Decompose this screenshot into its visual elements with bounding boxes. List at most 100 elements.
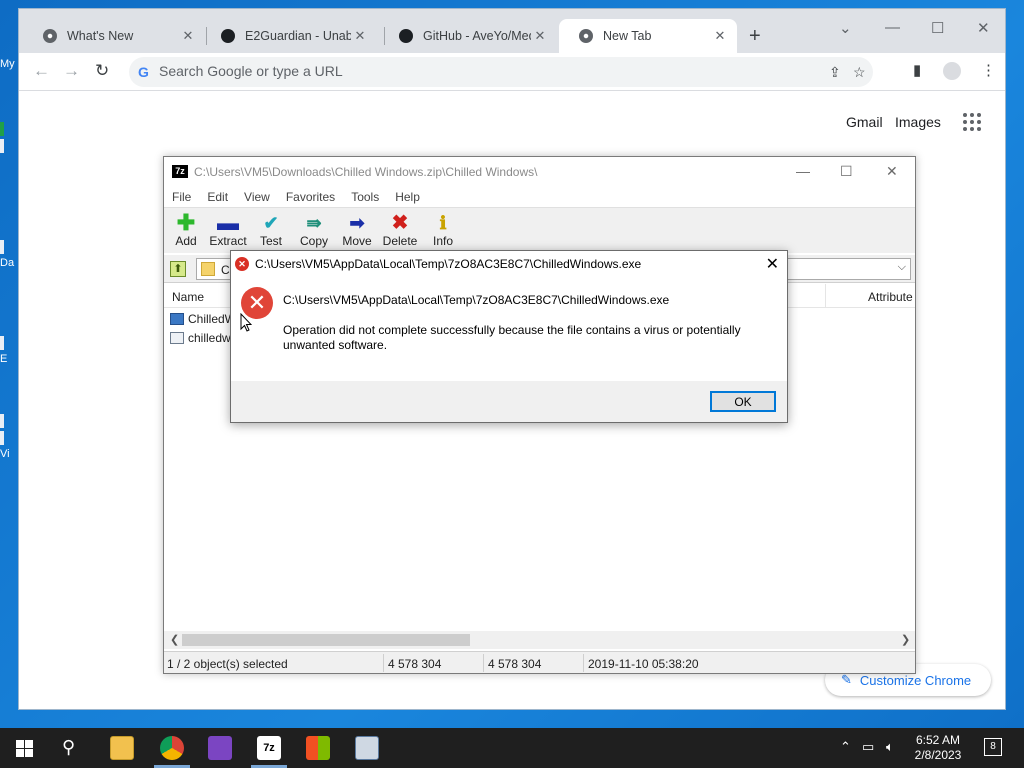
clock[interactable]: 6:52 AM 2/8/2023	[910, 733, 966, 763]
visual-studio-icon[interactable]	[208, 736, 232, 760]
omnibox-input[interactable]	[159, 63, 759, 79]
delete-label: Delete	[382, 234, 418, 248]
scroll-left-icon[interactable]: ❮	[170, 633, 179, 646]
reload-icon[interactable]: ↻	[95, 61, 109, 81]
plus-icon: ✚	[176, 210, 196, 235]
dialog-titlebar[interactable]: ✕ C:\Users\VM5\AppData\Local\Temp\7zO8AC…	[231, 251, 787, 277]
sevenzip-taskbar-icon[interactable]: 7z	[257, 736, 281, 760]
notification-center-icon[interactable]: 8	[984, 738, 1002, 756]
microsoft-store-icon[interactable]	[306, 736, 330, 760]
desktop-icon[interactable]: E	[0, 336, 20, 365]
desktop-icon-bar	[0, 122, 20, 156]
tab-whats-new[interactable]: What's New ✕	[23, 19, 205, 53]
tab-e2guardian[interactable]: E2Guardian - Unable ✕	[201, 19, 377, 53]
test-button[interactable]: ✔ Test	[249, 212, 293, 248]
maximize-icon[interactable]: ☐	[931, 19, 944, 37]
close-icon[interactable]: ✕	[531, 28, 549, 44]
copy-label: Copy	[299, 234, 328, 248]
chevron-up-icon[interactable]: ⌃	[840, 739, 851, 755]
tab-title: GitHub - AveYo/Medi	[423, 29, 531, 43]
remote-desktop-icon[interactable]	[355, 736, 379, 760]
share-icon[interactable]: ⇪	[829, 64, 841, 81]
google-apps-icon[interactable]	[963, 113, 981, 131]
scrollbar-thumb[interactable]	[182, 634, 470, 646]
chevron-down-icon[interactable]: ⌵	[898, 261, 906, 274]
error-dialog: ✕ C:\Users\VM5\AppData\Local\Temp\7zO8AC…	[230, 250, 788, 423]
sevenzip-titlebar[interactable]: 7z C:\Users\VM5\Downloads\Chilled Window…	[164, 157, 915, 187]
file-explorer-icon[interactable]	[110, 736, 134, 760]
column-name[interactable]: Name	[172, 290, 204, 304]
column-attributes[interactable]: Attribute	[868, 290, 913, 304]
status-modified: 2019-11-10 05:38:20	[588, 657, 699, 671]
forward-icon[interactable]: →	[63, 61, 80, 81]
images-link[interactable]: Images	[895, 114, 941, 130]
close-window-icon[interactable]: ✕	[977, 19, 990, 37]
minimize-icon[interactable]: —	[885, 19, 900, 36]
folder-up-icon[interactable]: ⬆	[170, 261, 186, 277]
close-icon[interactable]: ✕	[711, 28, 729, 44]
desktop-icon[interactable]: My	[0, 58, 20, 70]
dialog-footer: OK	[231, 381, 787, 422]
list-item[interactable]: ChilledW	[170, 310, 236, 328]
desktop-icon[interactable]: Da	[0, 240, 20, 269]
tab-title: What's New	[67, 29, 134, 43]
chrome-icon[interactable]	[160, 736, 184, 760]
close-icon[interactable]: ✕	[351, 28, 369, 44]
test-label: Test	[259, 234, 282, 248]
delete-button[interactable]: ✖ Delete	[378, 212, 422, 248]
new-tab-button[interactable]: +	[749, 25, 761, 48]
info-label: Info	[432, 234, 453, 248]
desktop-icon-label: Vi	[0, 448, 10, 460]
x-icon: ✖	[391, 212, 409, 234]
ok-button[interactable]: OK	[710, 391, 776, 412]
minimize-icon[interactable]: —	[796, 163, 810, 179]
menu-view[interactable]: View	[236, 187, 278, 207]
info-button[interactable]: ℹ Info	[421, 212, 465, 248]
desktop-icon-label: E	[0, 353, 8, 365]
sevenzip-title: C:\Users\VM5\Downloads\Chilled Windows.z…	[194, 165, 538, 179]
mouse-cursor-icon	[240, 312, 253, 333]
back-icon[interactable]: ←	[33, 61, 50, 81]
scroll-right-icon[interactable]: ❯	[901, 633, 910, 646]
menu-favorites[interactable]: Favorites	[278, 187, 343, 207]
gmail-link[interactable]: Gmail	[846, 114, 883, 130]
status-separator	[383, 654, 384, 672]
close-icon[interactable]: ✕	[766, 254, 779, 274]
add-button[interactable]: ✚ Add	[164, 210, 208, 249]
status-bar: 1 / 2 object(s) selected 4 578 304 4 578…	[164, 651, 915, 673]
tab-search-icon[interactable]: ⌄	[839, 19, 852, 37]
sevenzip-toolbar: ✚ Add ▬ Extract ✔ Test ⇛ Copy ➡ Move ✖ D…	[164, 207, 915, 253]
side-panel-icon[interactable]: ▮	[913, 61, 921, 79]
tab-github-aveyo[interactable]: GitHub - AveYo/Medi ✕	[379, 19, 557, 53]
desktop-icon[interactable]: Vi	[0, 414, 20, 460]
volume-icon[interactable]: 🔈︎	[886, 739, 894, 755]
tab-new-tab[interactable]: New Tab ✕	[559, 19, 737, 53]
error-small-icon: ✕	[235, 257, 249, 271]
bookmark-star-icon[interactable]: ☆	[853, 64, 866, 81]
list-item[interactable]: chilledw	[170, 329, 231, 347]
dialog-body: ✕ C:\Users\VM5\AppData\Local\Temp\7zO8AC…	[231, 277, 787, 381]
windows-start-icon[interactable]	[16, 740, 33, 757]
status-size: 4 578 304	[388, 657, 442, 671]
dialog-title: C:\Users\VM5\AppData\Local\Temp\7zO8AC3E…	[255, 257, 642, 271]
close-icon[interactable]: ✕	[179, 28, 197, 44]
omnibox[interactable]: G ⇪ ☆	[129, 57, 873, 87]
menu-help[interactable]: Help	[387, 187, 428, 207]
network-icon[interactable]: ▭	[862, 739, 874, 755]
dialog-message: Operation did not complete successfully …	[283, 323, 741, 352]
profile-icon[interactable]	[943, 62, 961, 80]
move-button[interactable]: ➡ Move	[335, 212, 379, 248]
clock-date: 2/8/2023	[914, 748, 962, 762]
close-icon[interactable]: ✕	[886, 163, 898, 180]
extract-button[interactable]: ▬ Extract	[206, 212, 250, 249]
column-separator	[825, 284, 826, 308]
menu-file[interactable]: File	[164, 187, 199, 207]
menu-edit[interactable]: Edit	[199, 187, 236, 207]
menu-tools[interactable]: Tools	[343, 187, 387, 207]
menu-kebab-icon[interactable]: ⋮	[981, 61, 996, 79]
search-icon[interactable]: ⚲	[62, 737, 75, 758]
extract-label: Extract	[209, 234, 247, 248]
horizontal-scrollbar[interactable]: ❮ ❯	[164, 631, 915, 649]
maximize-icon[interactable]: ☐	[840, 163, 853, 180]
copy-button[interactable]: ⇛ Copy	[292, 212, 336, 248]
